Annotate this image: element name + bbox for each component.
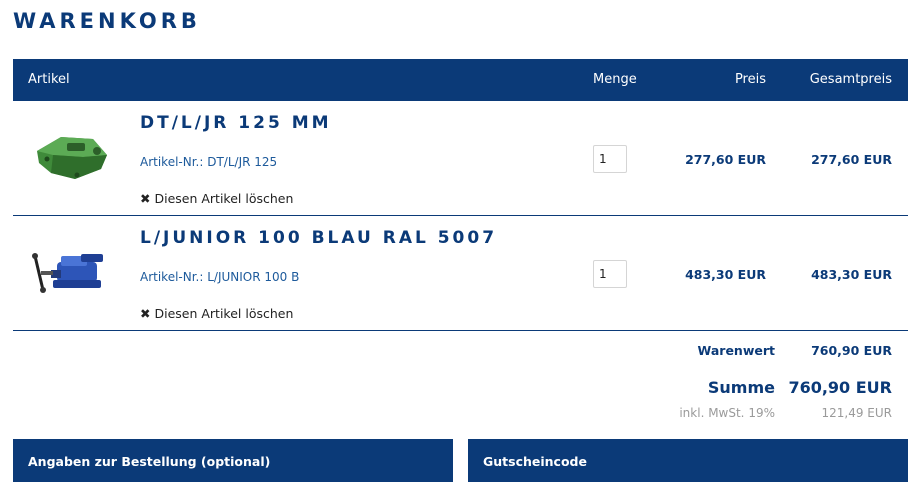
unit-price: 483,30 EUR [685, 267, 766, 282]
header-total: Gesamtpreis [809, 72, 892, 87]
delete-item-label: Diesen Artikel löschen [154, 306, 294, 321]
close-icon: ✖ [140, 306, 151, 321]
subtotal-label: Warenwert [697, 343, 775, 358]
delete-item-button[interactable]: ✖ Diesen Artikel löschen [140, 306, 293, 321]
delete-item-label: Diesen Artikel löschen [154, 191, 294, 206]
vat-value: 121,49 EUR [821, 406, 892, 420]
product-title[interactable]: DT/L/JR 125 MM [140, 113, 332, 133]
order-info-panel-header[interactable]: Angaben zur Bestellung (optional) [13, 439, 453, 482]
green-vise-jaw-product-image[interactable] [31, 129, 111, 184]
page-title: WARENKORB [13, 9, 201, 33]
close-icon: ✖ [140, 191, 151, 206]
line-total: 277,60 EUR [811, 152, 892, 167]
line-total: 483,30 EUR [811, 267, 892, 282]
grand-total-value: 760,90 EUR [788, 378, 892, 397]
header-price: Preis [734, 72, 766, 87]
grand-total-label: Summe [707, 378, 775, 397]
quantity-input[interactable] [593, 260, 627, 288]
cart-row: L/JUNIOR 100 BLAU RAL 5007 Artikel-Nr.: … [13, 216, 908, 331]
header-quantity: Menge [593, 72, 637, 87]
product-title[interactable]: L/JUNIOR 100 BLAU RAL 5007 [140, 228, 497, 248]
coupon-label: Gutscheincode [483, 454, 587, 469]
vat-label: inkl. MwSt. 19% [679, 406, 775, 420]
order-info-label: Angaben zur Bestellung (optional) [28, 454, 271, 469]
subtotal-value: 760,90 EUR [811, 343, 892, 358]
product-sku: Artikel-Nr.: DT/L/JR 125 [140, 155, 278, 169]
delete-item-button[interactable]: ✖ Diesen Artikel löschen [140, 191, 293, 206]
cart-row: DT/L/JR 125 MM Artikel-Nr.: DT/L/JR 125 … [13, 101, 908, 216]
unit-price: 277,60 EUR [685, 152, 766, 167]
cart-table-header: Artikel Menge Preis Gesamtpreis [13, 59, 908, 101]
product-sku: Artikel-Nr.: L/JUNIOR 100 B [140, 270, 300, 284]
quantity-input[interactable] [593, 145, 627, 173]
coupon-panel-header[interactable]: Gutscheincode [468, 439, 908, 482]
header-article: Artikel [28, 72, 70, 87]
blue-bench-vise-product-image[interactable] [31, 244, 111, 299]
